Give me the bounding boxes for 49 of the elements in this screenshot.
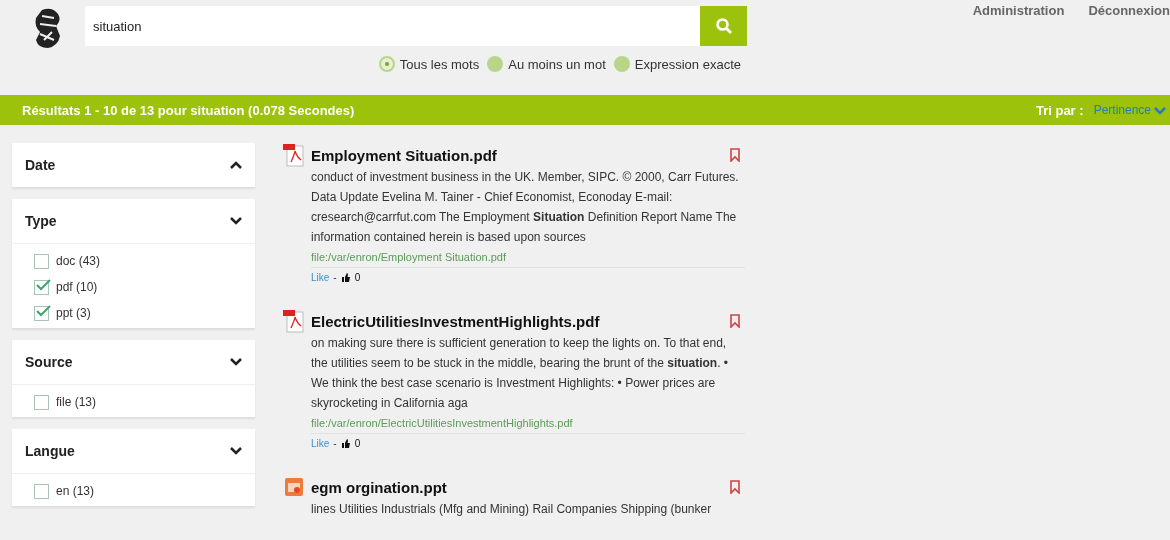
sort-label: Tri par :	[1035, 102, 1084, 118]
search-icon	[714, 17, 733, 35]
pdf-file-icon	[283, 309, 305, 333]
match-mode-radio[interactable]: Expression exacte	[613, 56, 741, 72]
option-label[interactable]: file (13)	[56, 395, 96, 409]
results-summary: Résultats 1 - 10 de 13 pour situation (0.078 Secondes)	[22, 102, 355, 118]
nav-link[interactable]: Déconnexion	[1088, 3, 1170, 19]
bookmark-icon[interactable]	[729, 314, 741, 328]
checkbox[interactable]	[34, 305, 49, 321]
nav-link[interactable]: Administration	[972, 3, 1065, 19]
chevron-down-icon	[1154, 105, 1166, 115]
checkbox[interactable]	[34, 253, 49, 269]
checkbox[interactable]	[34, 483, 49, 499]
chevron-up-icon	[229, 160, 243, 170]
result-title[interactable]: egm orgination.ppt	[311, 478, 447, 496]
match-mode-radio[interactable]: Au moins un mot	[487, 56, 606, 72]
option-label[interactable]: ppt (3)	[56, 306, 91, 320]
facet-header[interactable]: Type	[12, 199, 255, 243]
result-snippet: lines Utilities Industrials (Mfg and Mining) Rail Companies Shipping (bunker	[311, 501, 713, 518]
result-title[interactable]: Employment Situation.pdf	[311, 146, 497, 164]
checkmark-icon	[35, 277, 51, 292]
chevron-down-icon	[229, 357, 243, 367]
match-mode-radio[interactable]: Tous les mots	[378, 56, 480, 72]
facet-header[interactable]: Source	[12, 340, 255, 384]
presentation-file-icon	[283, 475, 305, 499]
chevron-down-icon	[229, 216, 243, 226]
checkbox[interactable]	[34, 279, 49, 295]
bookmark-icon[interactable]	[729, 480, 741, 494]
option-label[interactable]: pdf (10)	[56, 280, 98, 294]
option-label[interactable]: en (13)	[56, 484, 95, 498]
result-title[interactable]: ElectricUtilitiesInvestmentHighlights.pdf	[311, 312, 600, 330]
like-count: 0	[354, 272, 361, 283]
checkbox[interactable]	[34, 394, 49, 410]
search-button[interactable]	[700, 6, 747, 46]
result-snippet: on making sure there is sufficient generation to keep the lights on. To that end, the utilities seem to be stuck in the middle, bearing the brunt of the situation. • We think the best case scenario is Investment Highlights: • Power prices are skyrocketing in California aga	[311, 335, 730, 412]
checkmark-icon	[35, 303, 51, 318]
chevron-down-icon	[229, 446, 243, 456]
separator: -	[333, 272, 337, 283]
facet-header[interactable]: Date	[12, 143, 255, 187]
option-label[interactable]: doc (43)	[56, 254, 101, 268]
search-field[interactable]: situation	[85, 6, 700, 46]
thumbs-up-icon	[340, 272, 351, 283]
separator: -	[333, 438, 337, 449]
like-count: 0	[354, 438, 361, 449]
bookmark-icon[interactable]	[729, 148, 741, 162]
result-snippet: conduct of investment business in the UK. Member, SIPC. © 2000, Carr Futures. Data Update Evelina M. Tainer - Chief Economist, Econoday E-mail: cresearch@carrfut.com The Employment Situation Definition Report Name The information contained herein is based upon sources	[311, 169, 740, 246]
facet-header[interactable]: Langue	[12, 429, 255, 473]
thumbs-up-icon	[340, 438, 351, 449]
pdf-file-icon	[283, 143, 305, 167]
